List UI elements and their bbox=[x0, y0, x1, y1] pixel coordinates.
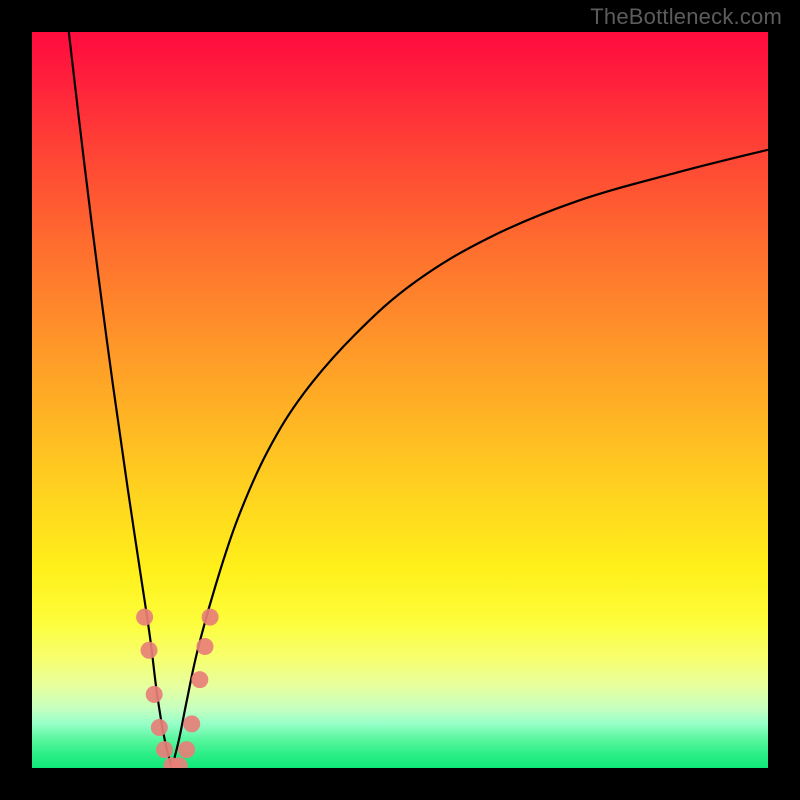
marker-dot bbox=[178, 741, 195, 758]
marker-dot bbox=[191, 671, 208, 688]
marker-dot bbox=[136, 609, 153, 626]
right-branch-curve bbox=[172, 150, 768, 768]
marker-dot bbox=[196, 638, 213, 655]
marker-dot bbox=[151, 719, 168, 736]
watermark-text: TheBottleneck.com bbox=[590, 4, 782, 30]
marker-dot bbox=[141, 642, 158, 659]
marker-dot bbox=[146, 686, 163, 703]
marker-dot bbox=[202, 609, 219, 626]
chart-frame: TheBottleneck.com bbox=[0, 0, 800, 800]
left-branch-curve bbox=[69, 32, 172, 768]
marker-dot bbox=[183, 715, 200, 732]
marker-dot bbox=[156, 741, 173, 758]
curve-layer bbox=[32, 32, 768, 768]
plot-area bbox=[32, 32, 768, 768]
